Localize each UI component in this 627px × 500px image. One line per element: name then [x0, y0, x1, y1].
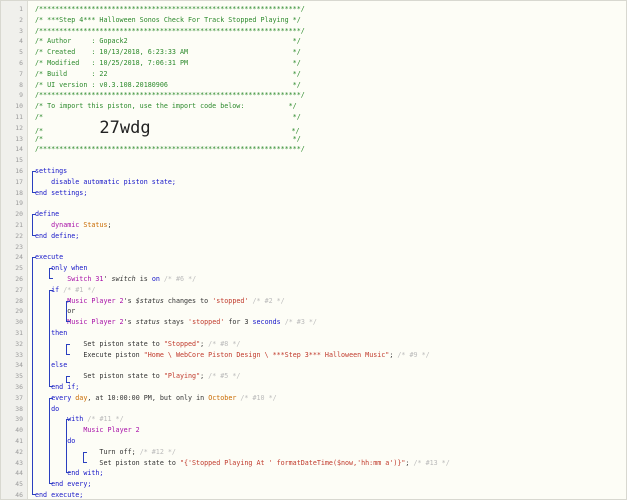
- code-token: end with;: [67, 469, 104, 478]
- else-actions-bracket: [66, 376, 70, 383]
- line-number: 46: [15, 491, 23, 499]
- code-token: Status: [83, 221, 108, 229]
- code-token: changes to: [163, 296, 213, 305]
- code-token: $status: [135, 296, 164, 305]
- code-token: 's: [123, 296, 136, 305]
- code-token: for: [224, 318, 245, 327]
- code-token: Turn off;: [99, 447, 140, 456]
- code-token: /* #5 */: [208, 372, 241, 381]
- code-token: /* #10 */: [240, 393, 277, 402]
- code-token: Set piston state to: [83, 339, 164, 348]
- code-token: else: [51, 361, 68, 370]
- code-token: , but only in: [151, 393, 209, 402]
- code-token: /* #8 */: [208, 339, 241, 348]
- every-block-bracket: [49, 397, 53, 485]
- code-token: day: [75, 393, 88, 402]
- code-token: then: [51, 329, 68, 337]
- code-token: /* ***Step 4*** Halloween Sonos Check Fo…: [35, 15, 301, 24]
- code-token: define: [35, 210, 60, 219]
- code-token: /* Author : Gopack2 */: [35, 37, 301, 46]
- code-token: /* #11 */: [87, 415, 124, 424]
- with-do-bracket: [83, 451, 87, 463]
- execute-block-bracket: [32, 257, 36, 495]
- code-token: /* */: [35, 113, 301, 121]
- code-token: end define;: [35, 231, 80, 240]
- code-token: only when: [51, 264, 88, 273]
- code-token: Music Player 2: [67, 318, 124, 327]
- code-token: end settings;: [35, 188, 88, 197]
- code-token: Set piston state to: [99, 458, 180, 467]
- code-token: status: [135, 318, 160, 327]
- if-block-bracket: [49, 289, 53, 387]
- code-token: stays: [159, 318, 189, 327]
- code-token: ': [103, 275, 112, 283]
- code-token: 'stopped': [212, 296, 249, 305]
- code-token: Switch 31: [67, 275, 104, 283]
- code-token: Execute piston: [83, 350, 144, 359]
- code-token: /* Created : 10/13/2018, 6:23:33 AM */: [35, 48, 301, 57]
- only-when-bracket: [49, 268, 53, 279]
- code-token: settings: [35, 167, 68, 175]
- code-token: /***************************************…: [35, 145, 305, 154]
- code-token: end every;: [51, 480, 92, 489]
- code-token: "{'Stopped Playing At ' formatDateTime($…: [179, 458, 406, 467]
- code-token: /* #9 */: [397, 350, 430, 359]
- code-token: /* #13 */: [413, 458, 450, 467]
- code-token: /* #2 */: [252, 296, 285, 305]
- code-token: switch: [111, 275, 136, 283]
- code-token: ;: [107, 221, 112, 229]
- code-token: disable automatic piston state;: [51, 177, 176, 186]
- code-editor: 1/**************************************…: [0, 0, 627, 500]
- code-token: every: [51, 393, 72, 402]
- code-token: ;: [200, 372, 209, 381]
- code-token: "Stopped": [163, 339, 201, 348]
- code-token: execute: [35, 253, 64, 262]
- code-token: /* To import this piston, use the import…: [35, 102, 297, 111]
- code-token: dynamic: [51, 221, 80, 229]
- code-token: 10:00:00 PM: [107, 393, 152, 402]
- code-token: is: [135, 275, 152, 283]
- then-actions-bracket: [66, 343, 70, 355]
- code-token: /* #12 */: [139, 447, 176, 456]
- code-text: end execute;: [35, 489, 84, 499]
- code-token: ;: [200, 339, 209, 348]
- code-token: end if;: [51, 383, 80, 391]
- code-token: seconds: [252, 318, 281, 327]
- code-token: end execute;: [35, 491, 84, 499]
- settings-block-bracket: [32, 171, 36, 193]
- code-token: 's: [123, 318, 136, 327]
- code-token: October: [208, 393, 237, 402]
- code-token: , at: [87, 393, 108, 402]
- code-token: /* #1 */: [63, 285, 96, 294]
- code-token: /***************************************…: [35, 26, 305, 35]
- code-token: /* UI version : v0.3.108.20180906 */: [35, 80, 301, 89]
- code-token: /* Modified : 10/25/2018, 7:06:31 PM */: [35, 59, 301, 67]
- code-token: Music Player 2: [83, 426, 140, 435]
- code-token: Set piston state to: [83, 372, 164, 381]
- code-token: "Home \ WebCore Piston Design \ ***Step …: [143, 350, 390, 359]
- code-token: 'stopped': [188, 318, 225, 327]
- code-token: /* #3 */: [284, 318, 317, 327]
- code-token: /***************************************…: [35, 5, 305, 13]
- code-token: /* #6 */: [163, 275, 197, 283]
- code-token: "Playing": [163, 372, 201, 381]
- code-line: 46 end execute;: [1, 489, 626, 499]
- code-token: /* */: [35, 134, 301, 143]
- code-token: /* Build : 22 */: [35, 69, 301, 78]
- code-token: on: [151, 275, 160, 283]
- code-token: Music Player 2: [67, 296, 124, 305]
- condition-group-bracket: [66, 300, 70, 323]
- with-block-bracket: [66, 419, 70, 474]
- define-block-bracket: [32, 214, 36, 236]
- code-token: /***************************************…: [35, 91, 305, 100]
